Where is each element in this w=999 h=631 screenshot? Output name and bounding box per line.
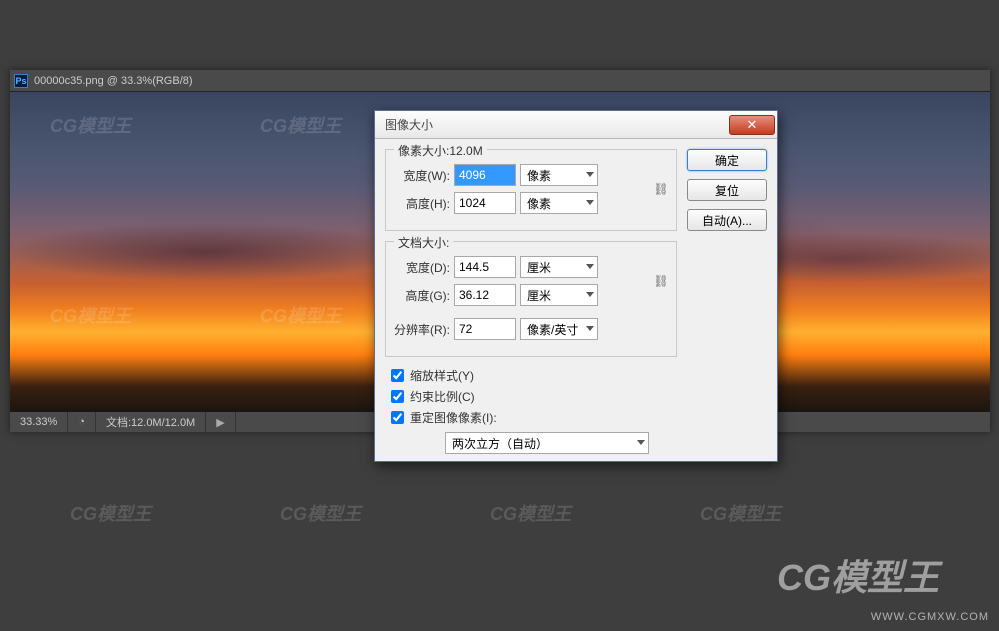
doc-width-unit-select[interactable]: 厘米 bbox=[520, 256, 598, 278]
status-menu-arrow-icon[interactable]: ▶ bbox=[206, 412, 235, 432]
doc-height-input[interactable] bbox=[454, 284, 516, 306]
resample-image-label: 重定图像像素(I): bbox=[410, 409, 497, 426]
pixel-height-unit-value: 像素 bbox=[520, 192, 598, 214]
doc-width-input[interactable] bbox=[454, 256, 516, 278]
pixel-dimensions-group: 像素大小:12.0M 宽度(W): 像素 高度(H): bbox=[385, 149, 677, 231]
status-doc-size[interactable]: 文档:12.0M/12.0M bbox=[96, 412, 206, 432]
pixel-width-label: 宽度(W): bbox=[394, 167, 450, 184]
constrain-proportions-label: 约束比例(C) bbox=[410, 388, 475, 405]
status-icon[interactable]: ◔ bbox=[68, 412, 96, 432]
pixel-height-unit-select[interactable]: 像素 bbox=[520, 192, 598, 214]
pixel-height-label: 高度(H): bbox=[394, 195, 450, 212]
watermark-text: CG模型王 bbox=[70, 500, 151, 526]
constrain-link-icon[interactable]: ⛓ bbox=[654, 261, 668, 301]
watermark-text: CG模型王 bbox=[280, 500, 361, 526]
resolution-unit-value: 像素/英寸 bbox=[520, 318, 598, 340]
document-tab-title[interactable]: 00000c35.png @ 33.3%(RGB/8) bbox=[34, 75, 193, 87]
watermark-logo: CG模型王 bbox=[777, 549, 939, 601]
dialog-button-column: 确定 复位 自动(A)... bbox=[687, 149, 767, 454]
resample-method-value: 两次立方（自动） bbox=[445, 432, 649, 454]
dialog-title-text: 图像大小 bbox=[385, 116, 729, 133]
document-tab-bar: Ps 00000c35.png @ 33.3%(RGB/8) bbox=[10, 70, 990, 92]
dialog-body: 像素大小:12.0M 宽度(W): 像素 高度(H): bbox=[375, 139, 777, 462]
ok-button[interactable]: 确定 bbox=[687, 149, 767, 171]
photoshop-icon: Ps bbox=[14, 74, 28, 88]
doc-width-label: 宽度(D): bbox=[394, 259, 450, 276]
constrain-proportions-checkbox[interactable] bbox=[391, 390, 404, 403]
watermark-text: CG模型王 bbox=[490, 500, 571, 526]
resolution-unit-select[interactable]: 像素/英寸 bbox=[520, 318, 598, 340]
scale-styles-label: 缩放样式(Y) bbox=[410, 367, 474, 384]
pixel-dimensions-legend: 像素大小:12.0M bbox=[394, 142, 487, 159]
doc-height-label: 高度(G): bbox=[394, 287, 450, 304]
resample-method-select[interactable]: 两次立方（自动） bbox=[445, 432, 649, 454]
status-zoom[interactable]: 33.33% bbox=[10, 412, 68, 432]
resolution-label: 分辨率(R): bbox=[394, 321, 450, 338]
pixel-width-unit-value: 像素 bbox=[520, 164, 598, 186]
auto-button[interactable]: 自动(A)... bbox=[687, 209, 767, 231]
doc-height-unit-select[interactable]: 厘米 bbox=[520, 284, 598, 306]
close-button[interactable]: ✕ bbox=[729, 115, 775, 135]
dialog-left-column: 像素大小:12.0M 宽度(W): 像素 高度(H): bbox=[385, 149, 677, 454]
watermark-url: WWW.CGMXW.COM bbox=[871, 611, 989, 623]
pixel-width-input[interactable] bbox=[454, 164, 516, 186]
pixel-height-input[interactable] bbox=[454, 192, 516, 214]
document-size-group: 文档大小: 宽度(D): 厘米 高度(G): bbox=[385, 241, 677, 357]
reset-button[interactable]: 复位 bbox=[687, 179, 767, 201]
scale-styles-checkbox[interactable] bbox=[391, 369, 404, 382]
doc-width-unit-value: 厘米 bbox=[520, 256, 598, 278]
resolution-input[interactable] bbox=[454, 318, 516, 340]
watermark-text: CG模型王 bbox=[700, 500, 781, 526]
document-size-legend: 文档大小: bbox=[394, 234, 453, 251]
pixel-width-unit-select[interactable]: 像素 bbox=[520, 164, 598, 186]
constrain-link-icon[interactable]: ⛓ bbox=[654, 169, 668, 209]
resample-image-checkbox[interactable] bbox=[391, 411, 404, 424]
image-size-dialog: 图像大小 ✕ 像素大小:12.0M 宽度(W): 像素 bbox=[374, 110, 778, 462]
dialog-titlebar[interactable]: 图像大小 ✕ bbox=[375, 111, 777, 139]
doc-height-unit-value: 厘米 bbox=[520, 284, 598, 306]
